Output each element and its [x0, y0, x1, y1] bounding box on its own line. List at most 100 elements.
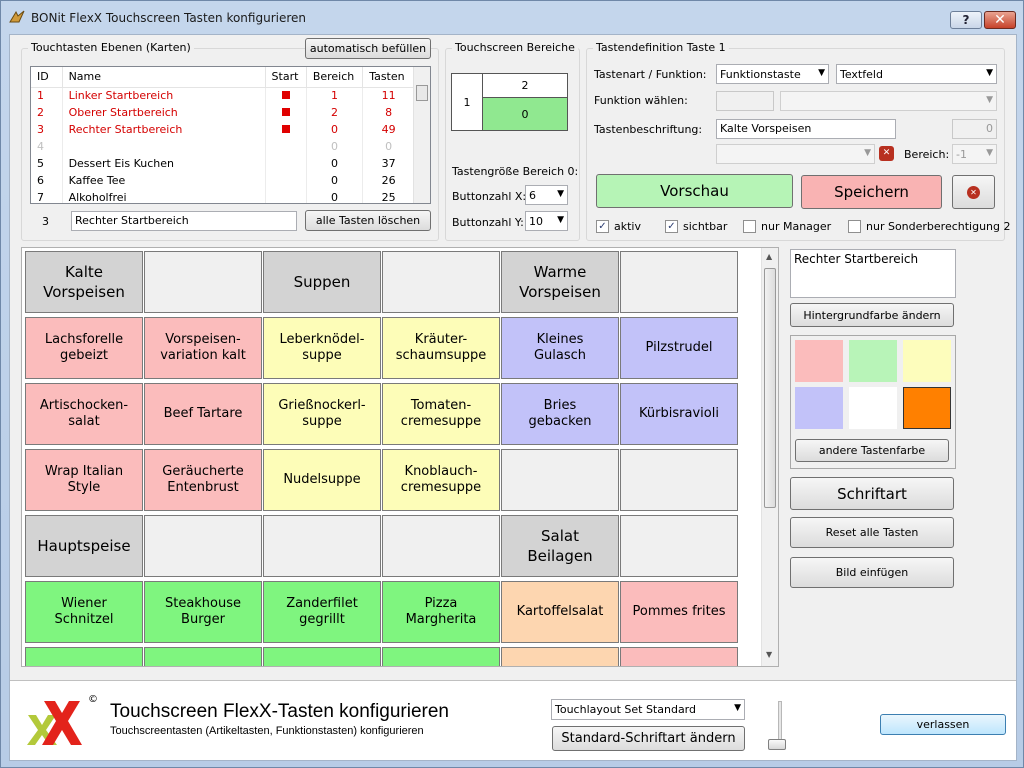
cancel-button[interactable]: ✕: [952, 175, 995, 209]
key-tile[interactable]: [620, 647, 738, 666]
key-tile[interactable]: Zanderfilet gegrillt: [263, 581, 381, 643]
layer-row[interactable]: 7 Alkoholfrei 0 25: [31, 189, 415, 203]
reset-all-keys-button[interactable]: Reset alle Tasten: [790, 517, 954, 548]
key-tile[interactable]: Kleines Gulasch: [501, 317, 619, 379]
color-swatch[interactable]: [795, 340, 843, 382]
function-select[interactable]: ▼: [780, 91, 997, 111]
key-tile[interactable]: Artischocken- salat: [25, 383, 143, 445]
layer-row[interactable]: 4 00: [31, 138, 415, 155]
scroll-up-arrow[interactable]: ▲: [766, 252, 772, 261]
flag-checkbox[interactable]: nur Sonderberechtigung 2: [848, 220, 1011, 233]
column-header-id[interactable]: ID: [31, 67, 63, 88]
area-bottom[interactable]: 0: [483, 98, 567, 130]
color-swatch[interactable]: [849, 340, 897, 382]
delete-all-keys-button[interactable]: alle Tasten löschen: [305, 210, 431, 231]
layer-row[interactable]: 1 Linker Startbereich 1 11: [31, 87, 415, 104]
button-count-x-select[interactable]: 6 ▼: [525, 185, 568, 205]
key-grid-scroll-thumb[interactable]: [764, 268, 776, 508]
key-caption-input[interactable]: Kalte Vorspeisen: [716, 119, 896, 139]
area-left[interactable]: 1: [452, 74, 483, 130]
key-tile[interactable]: Pommes frites: [620, 581, 738, 643]
button-count-y-select[interactable]: 10 ▼: [525, 211, 568, 231]
key-tile[interactable]: [620, 515, 738, 577]
key-tile[interactable]: Grießnockerl- suppe: [263, 383, 381, 445]
layer-name-textarea[interactable]: Rechter Startbereich: [790, 249, 956, 298]
default-font-button[interactable]: Standard-Schriftart ändern: [552, 726, 745, 751]
layers-list[interactable]: ID Name Start Bereich Tasten 1 Linker Sta…: [30, 66, 431, 204]
key-tile[interactable]: Hauptspeise: [25, 515, 143, 577]
key-tile[interactable]: Kürbisravioli: [620, 383, 738, 445]
title-bar[interactable]: BONit FlexX Touchscreen Tasten konfiguri…: [1, 1, 1023, 33]
key-tile[interactable]: Vorspeisen- variation kalt: [144, 317, 262, 379]
key-tile[interactable]: [263, 647, 381, 666]
key-tile[interactable]: [382, 251, 500, 313]
key-tile[interactable]: Bries gebacken: [501, 383, 619, 445]
save-button[interactable]: Speichern: [801, 175, 942, 209]
key-tile[interactable]: [144, 515, 262, 577]
color-swatch[interactable]: [849, 387, 897, 429]
column-header-start[interactable]: Start: [265, 67, 307, 88]
key-tile[interactable]: Wrap Italian Style: [25, 449, 143, 511]
color-swatch[interactable]: [795, 387, 843, 429]
clear-icon-button[interactable]: ✕: [879, 146, 894, 161]
key-tile[interactable]: Leberknödel- suppe: [263, 317, 381, 379]
key-subtype-select[interactable]: Textfeld ▼: [836, 64, 997, 84]
layer-row[interactable]: 2 Oberer Startbereich 2 8: [31, 104, 415, 121]
key-caption-number[interactable]: 0: [952, 119, 997, 139]
area-top[interactable]: 2: [483, 74, 567, 98]
layers-scroll-thumb[interactable]: [416, 85, 428, 101]
area-select[interactable]: -1 ▼: [952, 144, 997, 164]
column-header-name[interactable]: Name: [62, 67, 266, 88]
change-background-button[interactable]: Hintergrundfarbe ändern: [790, 303, 954, 327]
function-code-input[interactable]: [716, 91, 774, 111]
key-tile[interactable]: Steakhouse Burger: [144, 581, 262, 643]
selected-layer-name-input[interactable]: Rechter Startbereich: [71, 211, 297, 231]
touch-layout-select[interactable]: Touchlayout Set Standard ▼: [551, 699, 745, 720]
key-icon-select[interactable]: ▼: [716, 144, 875, 164]
help-button[interactable]: ?: [950, 11, 982, 29]
column-header-bereich[interactable]: Bereich: [306, 67, 364, 88]
key-tile[interactable]: [501, 647, 619, 666]
key-tile[interactable]: Lachsforelle gebeizt: [25, 317, 143, 379]
key-tile[interactable]: [501, 449, 619, 511]
layer-row[interactable]: 3 Rechter Startbereich 0 49: [31, 121, 415, 138]
color-swatch[interactable]: [903, 340, 951, 382]
key-tile[interactable]: Warme Vorspeisen: [501, 251, 619, 313]
autofill-button[interactable]: automatisch befüllen: [305, 38, 431, 59]
key-tile[interactable]: Knoblauch- cremesuppe: [382, 449, 500, 511]
key-tile[interactable]: Geräucherte Entenbrust: [144, 449, 262, 511]
key-tile[interactable]: Beef Tartare: [144, 383, 262, 445]
key-tile[interactable]: [144, 647, 262, 666]
key-tile[interactable]: [144, 251, 262, 313]
exit-button[interactable]: verlassen: [880, 714, 1006, 735]
key-tile[interactable]: Pilzstrudel: [620, 317, 738, 379]
key-tile[interactable]: Wiener Schnitzel: [25, 581, 143, 643]
key-tile[interactable]: Nudelsuppe: [263, 449, 381, 511]
key-tile[interactable]: [382, 647, 500, 666]
size-slider[interactable]: [767, 695, 793, 755]
key-tile[interactable]: [620, 449, 738, 511]
column-header-tasten[interactable]: Tasten: [362, 67, 415, 88]
layers-scrollbar[interactable]: [413, 67, 430, 203]
layer-row[interactable]: 5 Dessert Eis Kuchen 0 37: [31, 155, 415, 172]
key-tile[interactable]: [263, 515, 381, 577]
flag-checkbox[interactable]: ✓ sichtbar: [665, 220, 727, 233]
key-tile[interactable]: Kalte Vorspeisen: [25, 251, 143, 313]
key-tile[interactable]: Salat Beilagen: [501, 515, 619, 577]
insert-image-button[interactable]: Bild einfügen: [790, 557, 954, 588]
key-tile[interactable]: Kräuter- schaumsuppe: [382, 317, 500, 379]
key-tile[interactable]: Pizza Margherita: [382, 581, 500, 643]
other-key-color-button[interactable]: andere Tastenfarbe: [795, 439, 949, 462]
flag-checkbox[interactable]: ✓ aktiv: [596, 220, 641, 233]
flag-checkbox[interactable]: nur Manager: [743, 220, 831, 233]
scroll-down-arrow[interactable]: ▼: [766, 650, 772, 659]
color-swatch[interactable]: [903, 387, 951, 429]
key-type-select[interactable]: Funktionstaste ▼: [716, 64, 829, 84]
layer-row[interactable]: 6 Kaffee Tee 0 26: [31, 172, 415, 189]
key-tile[interactable]: Suppen: [263, 251, 381, 313]
font-button[interactable]: Schriftart: [790, 477, 954, 510]
key-tile[interactable]: Kartoffelsalat: [501, 581, 619, 643]
preview-button[interactable]: Vorschau: [596, 174, 793, 208]
key-tile[interactable]: [382, 515, 500, 577]
key-tile[interactable]: [25, 647, 143, 666]
